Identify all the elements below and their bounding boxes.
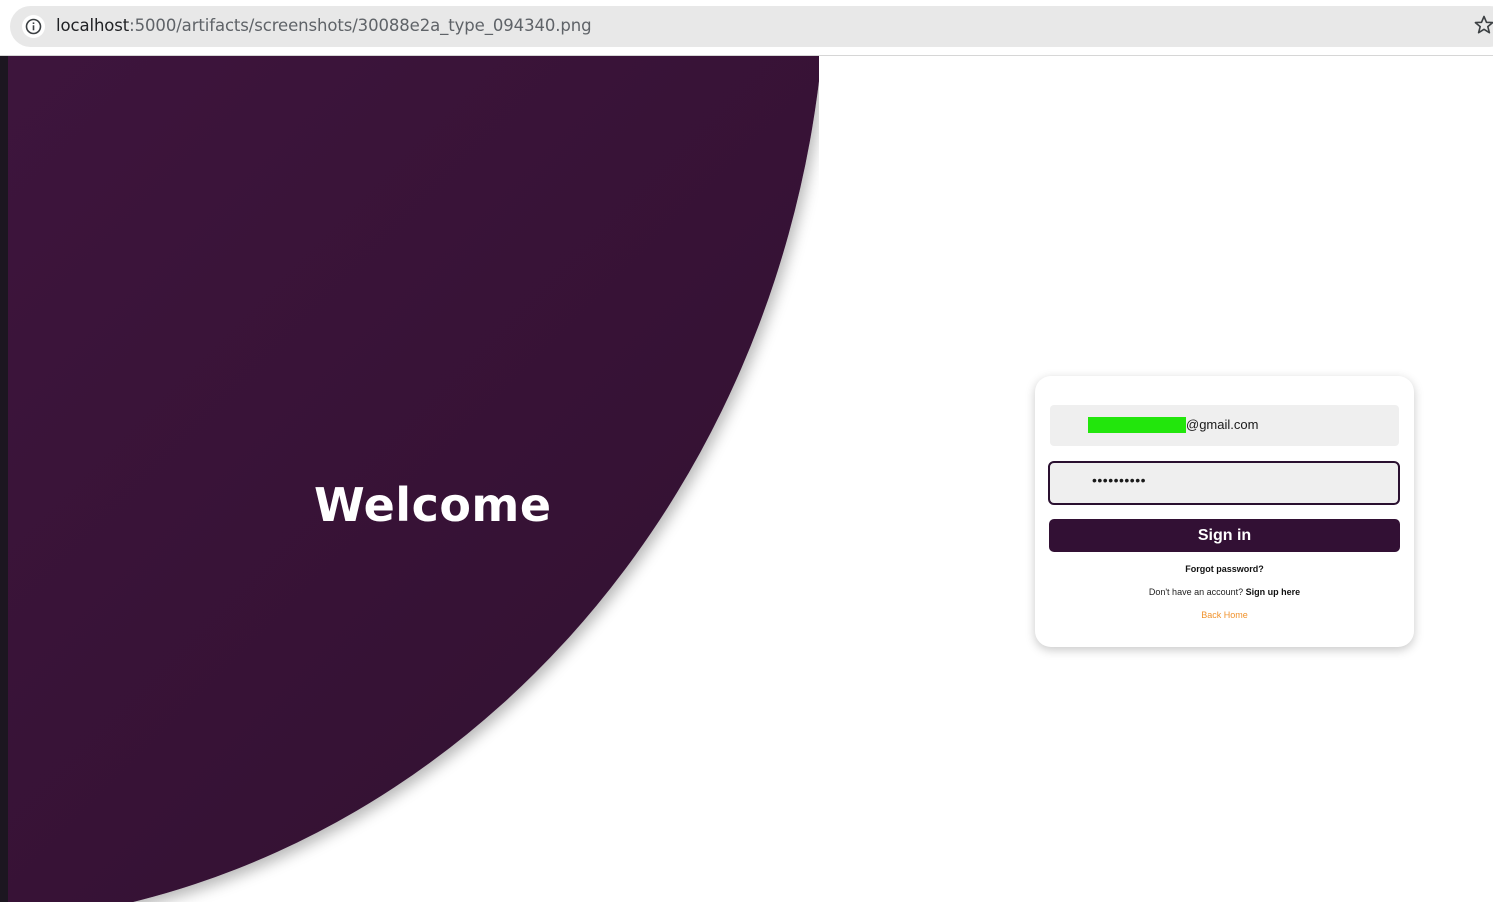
password-masked-value: •••••••••• [1092,472,1147,488]
star-outline-icon[interactable] [1474,15,1493,35]
welcome-panel: Welcome [8,56,819,902]
url-host: localhost [56,16,130,35]
signup-prompt-text: Don't have an account? [1148,587,1244,597]
welcome-title: Welcome [314,478,552,532]
sign-in-button[interactable]: Sign in [1049,519,1400,552]
url-path: :5000/artifacts/screenshots/30088e2a_typ… [129,16,592,35]
left-edge-strip [0,56,8,902]
email-redaction [1088,417,1186,433]
url-text[interactable]: localhost:5000/artifacts/screenshots/300… [56,16,592,35]
password-field[interactable]: •••••••••• [1048,461,1400,505]
sign-up-link[interactable]: Sign up here [1246,587,1301,597]
signup-prompt: Don't have an account? Sign up here [1035,587,1414,597]
email-field[interactable]: @gmail.com [1050,405,1399,446]
address-bar[interactable]: localhost:5000/artifacts/screenshots/300… [10,6,1493,47]
info-circle-icon[interactable] [22,15,45,38]
back-home-link[interactable]: Back Home [1035,610,1414,620]
browser-toolbar: localhost:5000/artifacts/screenshots/300… [0,0,1493,56]
login-card: @gmail.com •••••••••• Sign in Forgot pas… [1035,376,1414,647]
forgot-password-link[interactable]: Forgot password? [1035,564,1414,574]
page-viewport: Welcome @gmail.com •••••••••• Sign in Fo… [0,56,1493,902]
email-suffix: @gmail.com [1186,417,1259,432]
